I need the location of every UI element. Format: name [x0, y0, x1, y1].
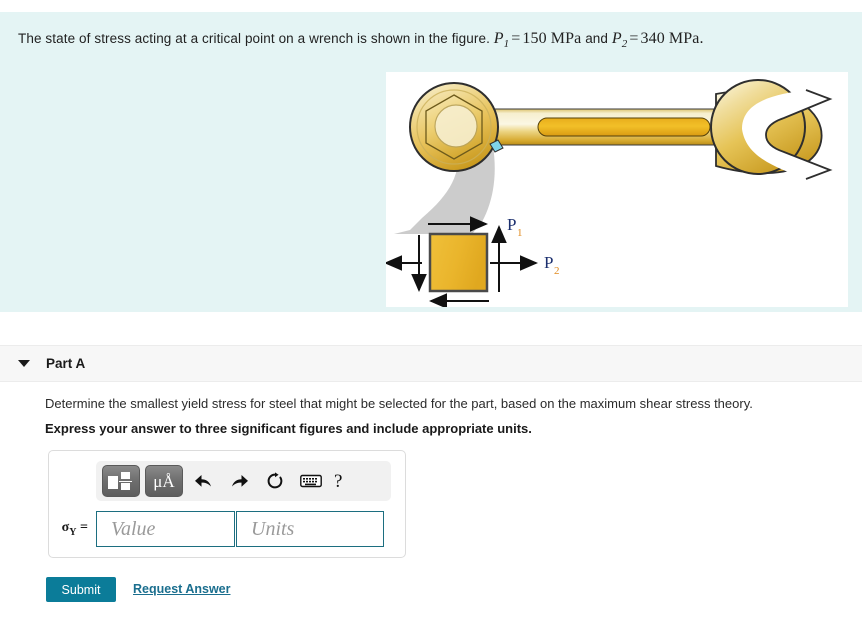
keyboard-icon[interactable]: [296, 465, 326, 497]
answer-input-row: σY = Value Units: [49, 509, 407, 549]
part-a-header[interactable]: Part A: [0, 345, 862, 382]
math-template-icon: [108, 471, 134, 491]
figure-label-p1: P: [507, 215, 516, 234]
part-a-title: Part A: [46, 356, 86, 371]
stress-element-square: [428, 232, 489, 293]
submit-button[interactable]: Submit: [46, 577, 116, 602]
problem-statement-panel: The state of stress acting at a critical…: [0, 12, 862, 312]
reset-circle-icon[interactable]: [260, 465, 290, 497]
problem-var-p1: P1: [493, 30, 510, 51]
answer-entry-box: μÅ ? σY = Value Units: [48, 450, 406, 558]
answer-toolbar: μÅ ?: [96, 461, 391, 501]
answer-value-input[interactable]: Value: [96, 511, 235, 547]
redo-arrow-icon[interactable]: [224, 465, 254, 497]
math-template-button[interactable]: [102, 465, 140, 497]
problem-var-p2: P2: [611, 30, 628, 51]
wrench-stress-figure: P 1 P 2: [384, 79, 833, 309]
figure-label-p2-sub: 2: [554, 265, 560, 277]
problem-equals-1: =: [511, 30, 521, 47]
units-icon-label: μÅ: [153, 471, 175, 491]
problem-conjunction: and: [585, 31, 609, 46]
request-answer-link[interactable]: Request Answer: [133, 582, 230, 596]
undo-arrow-icon[interactable]: [188, 465, 218, 497]
problem-value-p1: 150 MPa: [522, 30, 582, 47]
figure-label-p2: P: [544, 253, 553, 272]
wrench-socket-inner: [434, 104, 478, 148]
question-prompt: Determine the smallest yield stress for …: [45, 396, 753, 411]
problem-text: The state of stress acting at a critical…: [18, 30, 848, 53]
problem-period: .: [699, 30, 704, 47]
wrench-handle-groove: [537, 117, 711, 137]
units-button[interactable]: μÅ: [145, 465, 183, 497]
problem-equals-2: =: [629, 30, 639, 47]
problem-text-intro: The state of stress acting at a critical…: [18, 31, 490, 46]
help-question-icon[interactable]: ?: [334, 472, 342, 491]
question-instruction: Express your answer to three significant…: [45, 421, 532, 436]
answer-units-input[interactable]: Units: [236, 511, 384, 547]
figure-label-p1-sub: 1: [517, 227, 523, 239]
caret-down-icon[interactable]: [18, 360, 30, 367]
problem-value-p2: 340 MPa: [640, 30, 700, 47]
answer-variable-label: σY =: [61, 520, 88, 538]
figure-container: P 1 P 2: [384, 72, 848, 309]
